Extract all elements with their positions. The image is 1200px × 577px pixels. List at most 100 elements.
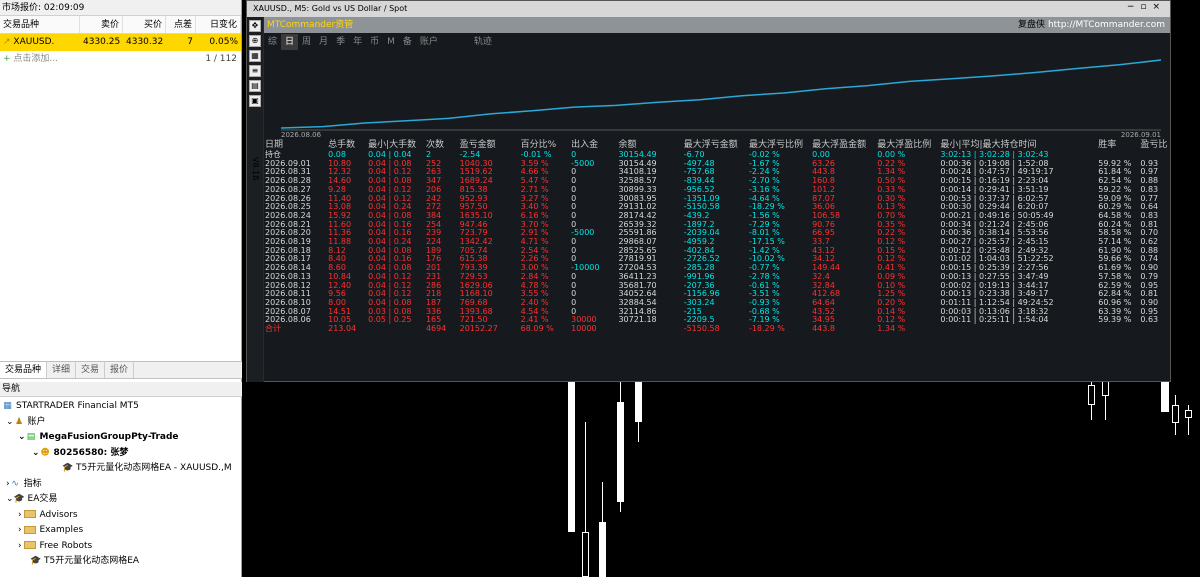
table-cell: 30721.18 (618, 315, 657, 325)
move-icon[interactable]: ✥ (249, 20, 261, 32)
nav-ea-item[interactable]: 🎓 T5开元量化动态网格EA (0, 554, 242, 570)
market-watch-tabs: 交易品种 详细 交易 报价 (0, 361, 242, 379)
table-cell: 68.09 % (520, 324, 554, 334)
plus-icon: + (3, 54, 14, 64)
nav-server[interactable]: ⌄▤ MegaFusionGroupPty-Trade (0, 430, 242, 446)
arrow-icon: ↗ (3, 37, 14, 47)
equity-line (280, 59, 1162, 129)
table-cell: 0.63 (1140, 315, 1159, 325)
lower-candles[interactable] (560, 382, 670, 577)
x-tick-end: 2026.09.01 (1121, 131, 1161, 138)
table-cell: 0 (571, 202, 577, 212)
table-cell: 0 (571, 210, 577, 220)
table-cell: -5150.58 (683, 324, 720, 334)
table-cell: 0 (571, 176, 577, 186)
change-value: 0.05% (209, 37, 238, 47)
side-toolbar: ✥ ⊕ ▦ ≡ ▤ ▣ V8.18 (247, 17, 264, 382)
indicator-icon: ∿ (11, 478, 19, 489)
market-watch-header: 交易品种 卖价 买价 点差 日变化 (0, 16, 241, 34)
equity-chart: 2026.08.06 2026.09.01 (280, 59, 1162, 138)
table-cell: 10000 (571, 324, 597, 334)
user-icon: ☻ (40, 447, 50, 458)
chevron-down-icon[interactable]: ⌄ (6, 494, 14, 504)
table-cell: -10000 (571, 263, 600, 273)
table-cell: 0 (571, 297, 577, 307)
table-cell: 443.8 (812, 324, 835, 334)
navigator-title: 导航 (0, 382, 242, 397)
market-watch-panel: 市场报价: 02:09:09 交易品种 卖价 买价 点差 日变化 ↗ XAUUS… (0, 0, 242, 577)
nav-broker[interactable]: ▦ STARTRADER Financial MT5 (0, 399, 242, 415)
table-cell: 4694 (425, 324, 447, 334)
site-link[interactable]: http://MTCommander.com (1048, 20, 1165, 30)
chevron-right-icon[interactable]: › (18, 541, 22, 551)
tab-trading[interactable]: 交易 (76, 362, 106, 378)
nav-folder-free-robots[interactable]: › Free Robots (0, 539, 242, 555)
daily-stats-table: 日期 总手数 最小|大手数 次数 盈亏金额 百分比% 出入金 余额 最大浮亏金额 最大浮亏比例 最大… (264, 140, 1171, 334)
table-cell: -18.29 % (748, 324, 785, 334)
window-title: XAUUSD., M5: Gold vs US Dollar / Spot (247, 1, 1170, 17)
chevron-right-icon[interactable]: › (18, 510, 22, 520)
brand-label: 复盘侠 (1018, 20, 1046, 30)
folder-icon (24, 510, 37, 518)
bid-value: 4330.25 (83, 37, 121, 47)
list-icon[interactable]: ≡ (249, 65, 261, 77)
nav-accounts[interactable]: ⌄♟ 账户 (0, 415, 242, 431)
chevron-down-icon[interactable]: ⌄ (32, 448, 40, 458)
tab-ticks[interactable]: 报价 (105, 362, 135, 378)
chevron-down-icon[interactable]: ⌄ (18, 432, 26, 442)
table-cell: 0 (571, 280, 577, 290)
table-icon[interactable]: ▤ (249, 80, 261, 92)
app-title-bar: MTCommander资管 复盘侠 http://MTCommander.com (264, 17, 1170, 33)
nav-folder-advisors[interactable]: › Advisors (0, 508, 242, 524)
tab-symbols[interactable]: 交易品种 (0, 362, 48, 378)
table-cell (939, 325, 1097, 334)
table-cell: 1.34 % (877, 324, 906, 334)
grid-icon[interactable]: ▦ (249, 50, 261, 62)
col-bid[interactable]: 卖价 (80, 16, 123, 33)
table-cell (617, 325, 682, 334)
nav-account-login[interactable]: ⌄☻ 80256580: 张梦 (0, 446, 242, 462)
tab-details[interactable]: 详细 (47, 362, 77, 378)
table-cell: 0 (571, 245, 577, 255)
nav-expert-advisors[interactable]: ⌄🎓 EA交易 (0, 492, 242, 508)
add-symbol-label: 点击添加... (13, 54, 58, 64)
col-daily-change[interactable]: 日变化 (196, 16, 241, 33)
crosshair-icon[interactable]: ⊕ (249, 35, 261, 47)
navigator-panel: 导航 ▦ STARTRADER Financial MT5 ⌄♟ 账户 ⌄▤ Mega… (0, 382, 242, 577)
symbol-row-xauusd[interactable]: ↗ XAUUSD. 4330.25 4330.32 7 0.05% (0, 34, 241, 51)
table-cell: 0.05 | 0.25 (368, 315, 412, 325)
table-cell (1097, 325, 1139, 334)
add-symbol-row[interactable]: + 点击添加... 1 / 112 (0, 51, 241, 68)
folder-icon (24, 541, 37, 549)
table-cell: 0 (571, 289, 577, 299)
hat-icon: 🎓 (30, 556, 42, 566)
table-cell: 胜率 (1098, 140, 1117, 150)
chevron-right-icon[interactable]: › (18, 525, 22, 535)
table-cell: 0:00:11 | 0:25:11 | 1:54:04 (940, 315, 1049, 325)
table-cell: 0 (571, 193, 577, 203)
chevron-down-icon[interactable]: ⌄ (6, 417, 14, 427)
ask-value: 4330.32 (126, 37, 164, 47)
nav-folder-examples[interactable]: › Examples (0, 523, 242, 539)
hat-icon: 🎓 (62, 463, 74, 473)
nav-running-ea[interactable]: 🎓 T5开元量化动态网格EA - XAUUSD.,M (0, 461, 242, 477)
nav-indicators[interactable]: › ∿ 指标 (0, 477, 242, 493)
mtcommander-window: XAUUSD., M5: Gold vs US Dollar / Spot −▫… (246, 0, 1171, 382)
table-cell: -5000 (571, 158, 595, 168)
market-watch-title: 市场报价: 02:09:09 (0, 0, 241, 16)
table-cell: 213.04 (328, 324, 357, 334)
table-cell: 20152.27 (459, 324, 498, 334)
col-ask[interactable]: 买价 (123, 16, 166, 33)
table-cell: 盈亏比 (1140, 140, 1168, 150)
symbol-count: 1 / 112 (205, 54, 237, 64)
col-spread[interactable]: 点差 (166, 16, 196, 33)
window-controls[interactable]: −▫× (1127, 2, 1166, 12)
table-cell (367, 325, 425, 334)
table-cell: 出入金 (571, 140, 599, 150)
accounts-icon: ♟ (15, 416, 24, 427)
table-cell: 合计 (265, 324, 281, 334)
folder-icon (24, 525, 37, 534)
col-symbol[interactable]: 交易品种 (0, 16, 80, 33)
image-icon[interactable]: ▣ (249, 95, 261, 107)
table-cell: 0 (571, 167, 577, 177)
